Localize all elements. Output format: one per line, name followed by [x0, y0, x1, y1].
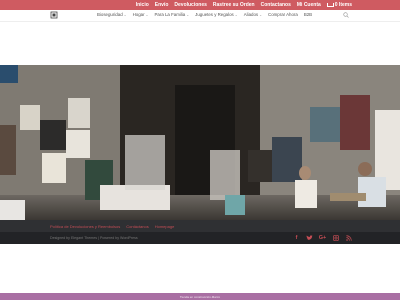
shop-photo: [0, 65, 400, 220]
topbar-link-inicio[interactable]: Inicio: [136, 2, 149, 8]
footer-link-contactanos[interactable]: Contáctanos: [126, 224, 148, 229]
footer-widgets: Política de Devoluciones y Reembolsos Co…: [0, 220, 400, 232]
chevron-down-icon: ⌄: [123, 12, 127, 17]
google-plus-icon[interactable]: G+: [319, 234, 327, 241]
cart-icon: [326, 2, 334, 8]
footer-bottom-bar: Designed by Elegant Themes | Powered by …: [0, 232, 400, 244]
facebook-icon[interactable]: f: [293, 234, 300, 241]
wordpress-link[interactable]: WordPress: [120, 236, 138, 240]
main-header: Bioseguridad ⌄ Hogar ⌄ Para La Familia ⌄ Ju…: [0, 10, 400, 22]
nav-item-hogar[interactable]: Hogar ⌄: [133, 12, 149, 17]
instagram-icon[interactable]: [332, 234, 339, 241]
nav-item-b2b[interactable]: B2B: [304, 12, 312, 17]
cart-count: 0 Items: [334, 2, 352, 8]
topbar-link-rastree[interactable]: Rastree su Orden: [213, 2, 255, 8]
chevron-down-icon: ⌄: [259, 12, 263, 17]
social-icons: f G+: [293, 234, 352, 241]
nav-item-juguetes[interactable]: Juguetes y Regalos ⌄: [195, 12, 238, 17]
topbar-link-contactanos[interactable]: Contactanos: [261, 2, 291, 8]
notice-text: Tienda en construcción-Marzo: [179, 294, 221, 299]
chevron-down-icon: ⌄: [145, 12, 149, 17]
nav-item-familia[interactable]: Para La Familia ⌄: [154, 12, 189, 17]
chevron-down-icon: ⌄: [234, 12, 238, 17]
topbar-link-mi-cuenta[interactable]: Mi Cuenta: [297, 2, 321, 8]
footer-link-devoluciones[interactable]: Política de Devoluciones y Reembolsos: [50, 224, 120, 229]
top-utility-bar: Inicio Envío Devoluciones Rastree su Ord…: [0, 0, 400, 10]
hero-image: [0, 65, 400, 220]
search-icon[interactable]: [343, 12, 349, 18]
rss-icon[interactable]: [345, 234, 352, 241]
topbar-link-envio[interactable]: Envío: [155, 2, 169, 8]
main-nav: Bioseguridad ⌄ Hogar ⌄ Para La Familia ⌄ Ju…: [97, 12, 312, 17]
elegant-themes-link[interactable]: Elegant Themes: [71, 236, 97, 240]
logo-icon: [50, 11, 58, 19]
footer-credits: Designed by Elegant Themes | Powered by …: [50, 236, 138, 240]
nav-item-comprar[interactable]: Comprar Ahora: [268, 12, 298, 17]
footer-link-homepage[interactable]: Homepage: [155, 224, 175, 229]
topbar-link-devoluciones[interactable]: Devoluciones: [174, 2, 207, 8]
notice-bar: Tienda en construcción-Marzo: [0, 293, 400, 300]
nav-item-bioseguridad[interactable]: Bioseguridad ⌄: [97, 12, 127, 17]
cart-link[interactable]: 0 Items: [326, 2, 352, 8]
nav-item-aliados[interactable]: Aliados ⌄: [244, 12, 262, 17]
chevron-down-icon: ⌄: [186, 12, 190, 17]
site-logo[interactable]: [50, 11, 58, 19]
twitter-icon[interactable]: [306, 234, 313, 241]
